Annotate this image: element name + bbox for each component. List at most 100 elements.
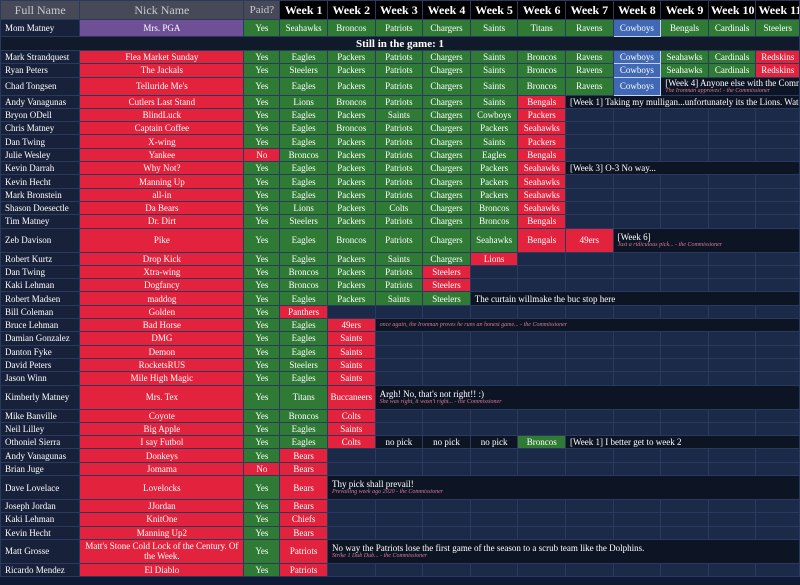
header-week-1[interactable]: Week 1	[279, 0, 328, 20]
player-nickname[interactable]: BlindLuck	[79, 107, 245, 123]
pick-cell[interactable]: Chargers	[422, 200, 471, 216]
pick-cell[interactable]: Packers	[326, 200, 376, 216]
pick-cell[interactable]: 49ers	[565, 227, 614, 253]
pick-cell[interactable]: Seahawks	[517, 161, 567, 176]
pick-cell[interactable]: Saints	[374, 251, 424, 266]
pick-cell[interactable]: Eagles	[279, 174, 328, 189]
pick-cell[interactable]: Packers	[469, 121, 519, 136]
pick-cell[interactable]: Chargers	[422, 94, 471, 109]
pick-cell[interactable]: Chargers	[422, 19, 471, 37]
pick-cell[interactable]: Saints	[469, 63, 519, 78]
pick-cell[interactable]: Ravens	[565, 49, 614, 65]
pick-cell[interactable]: Broncos	[469, 214, 519, 229]
player-nickname[interactable]: Demon	[79, 344, 245, 359]
pick-cell[interactable]: Seahawks	[517, 174, 567, 189]
player-nickname[interactable]: Donkeys	[79, 448, 245, 463]
pick-cell[interactable]: Lions	[279, 200, 328, 216]
header-week-6[interactable]: Week 6	[517, 0, 567, 20]
pick-cell[interactable]: Colts	[374, 200, 424, 216]
pick-cell[interactable]: Bears	[279, 525, 328, 540]
player-nickname[interactable]: Dr. Dirt	[79, 214, 245, 229]
pick-cell[interactable]: Eagles	[279, 134, 328, 149]
pick-cell[interactable]: Patriots	[374, 161, 424, 176]
pick-cell[interactable]: Chargers	[422, 63, 471, 78]
pick-cell[interactable]: Steelers	[422, 291, 471, 306]
pick-cell[interactable]: no pick	[469, 435, 519, 450]
pick-cell[interactable]: Broncos	[279, 278, 328, 293]
pick-cell[interactable]: Patriots	[374, 63, 424, 78]
header-week-7[interactable]: Week 7	[565, 0, 614, 20]
pick-cell[interactable]: Saints	[374, 107, 424, 123]
pick-cell[interactable]: Saints	[469, 94, 519, 109]
pick-cell[interactable]: Patriots	[374, 121, 424, 136]
pick-cell[interactable]: Chargers	[422, 187, 471, 202]
pick-cell[interactable]: Eagles	[279, 227, 328, 253]
pick-cell[interactable]: Packers	[326, 107, 376, 123]
pick-cell[interactable]: Packers	[326, 63, 376, 78]
pick-cell[interactable]: Chargers	[422, 134, 471, 149]
pick-cell[interactable]: Patriots	[374, 227, 424, 253]
pick-cell[interactable]: Eagles	[279, 291, 328, 306]
pick-cell[interactable]: Eagles	[469, 147, 519, 163]
pick-cell[interactable]: Packers	[326, 214, 376, 229]
pick-cell[interactable]: Broncos	[279, 408, 328, 423]
pick-cell[interactable]: Eagles	[279, 344, 328, 359]
pick-cell[interactable]: Packers	[326, 161, 376, 176]
pick-cell[interactable]: Packers	[326, 187, 376, 202]
header-week-3[interactable]: Week 3	[374, 0, 424, 20]
player-nickname[interactable]: Pike	[79, 227, 245, 253]
pick-cell[interactable]: Broncos	[517, 63, 567, 78]
pick-cell[interactable]: Titans	[279, 384, 328, 410]
pick-cell[interactable]: Saints	[374, 291, 424, 306]
pick-cell[interactable]: Patriots	[374, 94, 424, 109]
pick-cell[interactable]: Bengals	[517, 94, 567, 109]
pick-cell[interactable]: Bears	[279, 461, 328, 477]
pick-cell[interactable]: Patriots	[374, 76, 424, 96]
player-nickname[interactable]: The Jackals	[79, 63, 245, 78]
pick-cell[interactable]: Broncos	[279, 264, 328, 280]
pick-cell[interactable]: Patriots	[374, 134, 424, 149]
pick-cell[interactable]: Saints	[469, 134, 519, 149]
pick-cell[interactable]: 49ers	[326, 318, 376, 333]
pick-cell[interactable]: Colts	[326, 435, 376, 450]
pick-cell[interactable]: Eagles	[279, 331, 328, 346]
pick-cell[interactable]: Eagles	[279, 49, 328, 65]
pick-cell[interactable]: Saints	[326, 331, 376, 346]
pick-cell[interactable]: Seahawks	[517, 187, 567, 202]
pick-cell[interactable]: Packers	[326, 291, 376, 306]
pick-cell[interactable]: Eagles	[279, 187, 328, 202]
player-nickname[interactable]: X-wing	[79, 134, 245, 149]
pick-cell[interactable]: Bengals	[517, 227, 567, 253]
pick-cell[interactable]: Steelers	[279, 63, 328, 78]
player-nickname[interactable]: all-in	[79, 187, 245, 202]
pick-cell[interactable]: Patriots	[374, 19, 424, 37]
pick-cell[interactable]: Seahawks	[517, 121, 567, 136]
pick-cell[interactable]: Saints	[469, 19, 519, 37]
pick-cell[interactable]: Redskins	[755, 63, 800, 78]
player-nickname[interactable]: Flea Market Sunday	[79, 49, 245, 65]
pick-cell[interactable]: Chargers	[422, 174, 471, 189]
header-nick-name[interactable]: Nick Name	[79, 0, 245, 20]
pick-cell[interactable]: Bears	[279, 499, 328, 514]
player-nickname[interactable]: Matt's Stone Cold Lock of the Century. O…	[79, 538, 245, 564]
pick-cell[interactable]: Bears	[279, 448, 328, 463]
pick-cell[interactable]: no pick	[422, 435, 471, 450]
pick-cell[interactable]: Patriots	[374, 278, 424, 293]
header-week-2[interactable]: Week 2	[326, 0, 376, 20]
pick-cell[interactable]: Cowboys	[612, 49, 662, 65]
pick-cell[interactable]: Eagles	[279, 371, 328, 386]
pick-cell[interactable]: Bears	[279, 475, 328, 501]
player-nickname[interactable]: El Diablo	[79, 562, 245, 578]
pick-cell[interactable]: Seahawks	[517, 200, 567, 216]
pick-cell[interactable]: Broncos	[279, 147, 328, 163]
pick-cell[interactable]: Eagles	[279, 318, 328, 333]
player-nickname[interactable]: Mrs. PGA	[79, 19, 245, 37]
header-full-name[interactable]: Full Name	[0, 0, 81, 20]
pick-cell[interactable]: Broncos	[326, 19, 376, 37]
pick-cell[interactable]: Chargers	[422, 76, 471, 96]
pick-cell[interactable]: Chargers	[422, 121, 471, 136]
pick-cell[interactable]: Patriots	[374, 174, 424, 189]
pick-cell[interactable]: Redskins	[755, 49, 800, 65]
player-nickname[interactable]: Mile High Magic	[79, 371, 245, 386]
pick-cell[interactable]: Packers	[326, 174, 376, 189]
